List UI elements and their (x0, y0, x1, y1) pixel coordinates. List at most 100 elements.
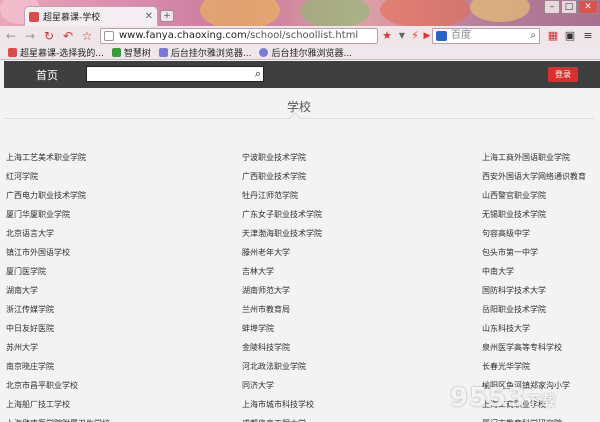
school-link[interactable]: 上海工艺美术职业学院 (6, 152, 86, 163)
school-link[interactable]: 南京晓庄学院 (6, 361, 54, 372)
school-link[interactable]: 天津渤海职业技术学院 (242, 228, 322, 239)
bookmarks-bar: 超星慕课-选择我的... 智慧树 后台挂尔雅浏览器... 后台挂尔雅浏览器... (0, 46, 600, 60)
school-link[interactable]: 西安外国语大学网络通识教育 (482, 171, 586, 182)
browser-tab[interactable]: 超星慕课-学校 ✕ (24, 6, 158, 26)
school-link[interactable]: 泉州医学高等专科学校 (482, 342, 562, 353)
school-row: 厦门医学院 吉林大学 中南大学 (6, 266, 600, 285)
bookmark-item[interactable]: 后台挂尔雅浏览器... (158, 46, 251, 59)
school-link[interactable]: 句容高级中学 (482, 228, 530, 239)
undo-icon[interactable]: ↶ (60, 28, 76, 44)
bookmark-label: 智慧树 (123, 49, 151, 59)
theme-decoration (300, 0, 370, 26)
school-link[interactable]: 山东科技大学 (482, 323, 530, 334)
search-placeholder: 百度 (451, 30, 471, 41)
school-link[interactable]: 北京市昌平职业学校 (6, 380, 78, 391)
school-row: 浙江传媒学院 兰州市教育局 岳阳职业技术学院 (6, 304, 600, 323)
school-row: 南京晓庄学院 河北政法职业学院 长春光华学院 (6, 361, 600, 380)
school-link[interactable]: 滕州老年大学 (242, 247, 290, 258)
bookmark-star-icon[interactable]: ☆ (79, 28, 95, 44)
school-link[interactable]: 兰州市教育局 (242, 304, 290, 315)
login-button[interactable]: 登录 (548, 67, 578, 82)
school-row: 苏州大学 金陵科技学院 泉州医学高等专科学校 (6, 342, 600, 361)
school-link[interactable]: 广东女子职业技术学院 (242, 209, 322, 220)
school-link[interactable]: 吉林大学 (242, 266, 274, 277)
school-link[interactable]: 宁波职业技术学院 (242, 152, 306, 163)
theme-decoration (380, 0, 470, 26)
school-row: 北京语言大学 天津渤海职业技术学院 句容高级中学 (6, 228, 600, 247)
school-link[interactable]: 北京语言大学 (6, 228, 54, 239)
nav-home-link[interactable]: 首页 (36, 67, 58, 83)
school-link[interactable]: 苏州大学 (6, 342, 38, 353)
school-link[interactable]: 上海健康医学院附属卫生学校 (6, 418, 110, 422)
maximize-button[interactable]: □ (561, 0, 577, 14)
school-link[interactable]: 山西警官职业学院 (482, 190, 546, 201)
school-link[interactable]: 广西电力职业技术学院 (6, 190, 86, 201)
baidu-icon (436, 31, 447, 41)
school-link[interactable]: 红河学院 (6, 171, 38, 182)
school-link[interactable]: 广西职业技术学院 (242, 171, 306, 182)
school-link[interactable]: 金陵科技学院 (242, 342, 290, 353)
url-path: /school/schoollist.html (246, 30, 359, 41)
close-tab-icon[interactable]: ✕ (145, 11, 153, 22)
school-link[interactable]: 中南大学 (482, 266, 514, 277)
school-link[interactable]: 长春光华学院 (482, 361, 530, 372)
bookmark-icon (111, 48, 121, 57)
school-link[interactable]: 湖南大学 (6, 285, 38, 296)
favorite-star-icon[interactable]: ★ (380, 29, 394, 43)
school-link[interactable]: 河北政法职业学院 (242, 361, 306, 372)
page-title: 学校 (286, 100, 311, 114)
url-host: www.fanya.chaoxing.com (119, 30, 247, 41)
school-link[interactable]: 浙江传媒学院 (6, 304, 54, 315)
back-arrow-icon[interactable]: ← (3, 28, 19, 44)
site-header: 首页 ⌕ 登录 (4, 61, 600, 88)
school-link[interactable]: 镇江市外国语学校 (6, 247, 70, 258)
school-link[interactable]: 无锡职业技术学院 (482, 209, 546, 220)
school-link[interactable]: 湖南师范大学 (242, 285, 290, 296)
school-link[interactable]: 中日友好医院 (6, 323, 54, 334)
dropdown-icon[interactable]: ▼ (395, 29, 409, 43)
sidebar-icon[interactable]: ▣ (563, 29, 577, 43)
school-link[interactable]: 蚌埠学院 (242, 323, 274, 334)
tab-title: 超星慕课-学校 (43, 13, 101, 23)
search-icon[interactable]: ⌕ (530, 29, 536, 43)
site-search-input[interactable]: ⌕ (86, 66, 264, 82)
school-link[interactable]: 成都信息工程大学 (242, 418, 306, 422)
minimize-button[interactable]: – (544, 0, 560, 14)
bookmark-icon (158, 48, 168, 57)
school-link[interactable]: 上海船厂技工学校 (6, 399, 70, 410)
reload-icon[interactable]: ↻ (41, 28, 57, 44)
watermark-logo: 9553下载 (450, 383, 557, 413)
address-bar[interactable]: www.fanya.chaoxing.com/school/schoollist… (100, 28, 378, 44)
bookmark-item[interactable]: 智慧树 (111, 46, 151, 59)
school-link[interactable]: 岳阳职业技术学院 (482, 304, 546, 315)
bookmark-label: 后台挂尔雅浏览器... (271, 49, 353, 59)
school-row: 厦门华厦职业学院 广东女子职业技术学院 无锡职业技术学院 (6, 209, 600, 228)
bookmark-item[interactable]: 超星慕课-选择我的... (8, 46, 104, 59)
bookmark-item[interactable]: 后台挂尔雅浏览器... (259, 46, 352, 59)
school-link[interactable]: 厦门市教育科学研究院 (482, 418, 562, 422)
bookmark-label: 超星慕课-选择我的... (20, 49, 104, 59)
school-link[interactable]: 厦门华厦职业学院 (6, 209, 70, 220)
browser-toolbar: ← → ↻ ↶ ☆ www.fanya.chaoxing.com/school/… (0, 26, 600, 46)
forward-arrow-icon[interactable]: → (22, 28, 38, 44)
search-engine-box[interactable]: 百度 ⌕ (432, 28, 540, 44)
school-row: 湖南大学 湖南师范大学 国防科学技术大学 (6, 285, 600, 304)
extension-icon[interactable]: ▦ (546, 29, 560, 43)
school-link[interactable]: 上海工商外国语职业学院 (482, 152, 570, 163)
school-link[interactable]: 同济大学 (242, 380, 274, 391)
bookmark-icon (8, 48, 17, 57)
browser-titlebar: 超星慕课-学校 ✕ + – □ ✕ (0, 0, 600, 26)
menu-icon[interactable]: ≡ (581, 29, 595, 43)
school-link[interactable]: 牡丹江师范学院 (242, 190, 298, 201)
school-row: 镇江市外国语学校 滕州老年大学 包头市第一中学 (6, 247, 600, 266)
school-link[interactable]: 包头市第一中学 (482, 247, 538, 258)
main-content: 学校 上海工艺美术职业学院 宁波职业技术学院 上海工商外国语职业学院红河学院 广西职业… (4, 88, 600, 422)
theme-decoration (470, 0, 530, 22)
school-link[interactable]: 厦门医学院 (6, 266, 46, 277)
school-link[interactable]: 国防科学技术大学 (482, 285, 546, 296)
new-tab-button[interactable]: + (160, 10, 174, 22)
search-icon[interactable]: ⌕ (255, 67, 261, 81)
close-window-button[interactable]: ✕ (578, 0, 598, 14)
school-row: 上海健康医学院附属卫生学校 成都信息工程大学 厦门市教育科学研究院 (6, 418, 600, 422)
school-link[interactable]: 上海市城市科技学校 (242, 399, 314, 410)
